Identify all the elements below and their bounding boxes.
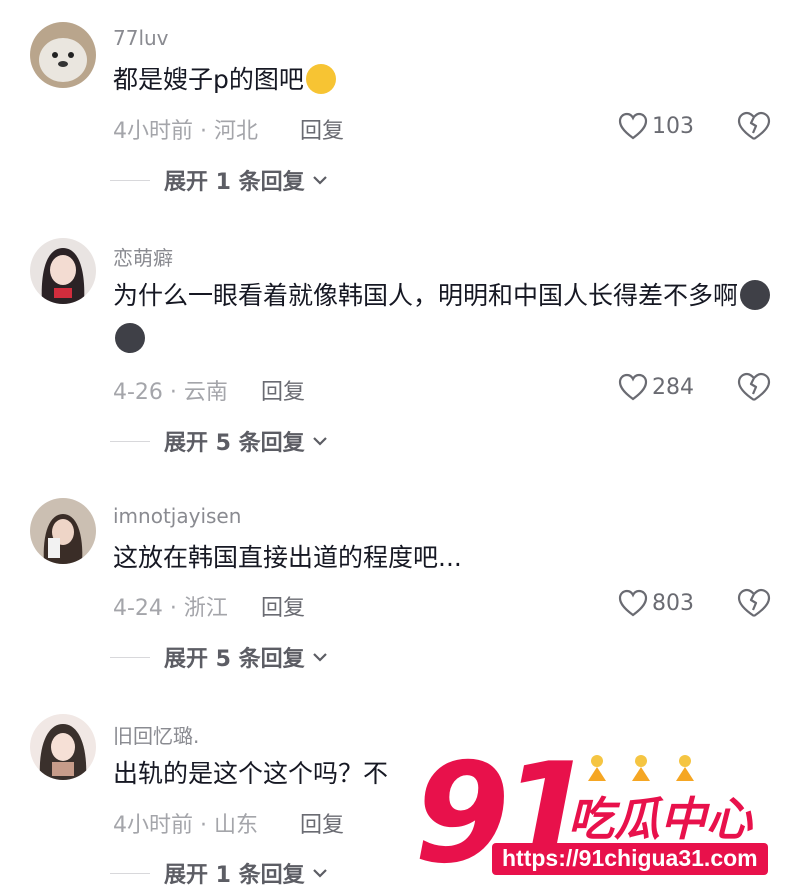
laugh-cry-emoji: [305, 64, 336, 94]
divider-line: [110, 179, 150, 181]
expand-replies-button[interactable]: 展开 5 条回复: [110, 641, 329, 673]
dark-face-emoji: [740, 280, 771, 310]
avatar[interactable]: [30, 498, 96, 564]
dislike-button[interactable]: [737, 588, 771, 618]
avatar[interactable]: [30, 238, 96, 304]
chevron-down-icon: [305, 864, 329, 883]
expand-replies-label: 展开 5 条回复: [164, 647, 305, 672]
like-button[interactable]: 103: [618, 112, 694, 140]
expand-replies-button[interactable]: 展开 1 条回复: [110, 164, 329, 196]
like-count: 103: [652, 113, 694, 139]
comment-meta: 4小时前 · 山东: [113, 813, 258, 838]
divider-line: [110, 440, 150, 442]
heart-icon: [618, 112, 648, 140]
expand-replies-label: 展开 1 条回复: [164, 170, 305, 195]
like-count: 803: [652, 590, 694, 616]
divider-line: [110, 872, 150, 874]
broken-heart-icon: [737, 588, 771, 618]
comment-text: 都是嫂子p的图吧: [113, 58, 778, 101]
heart-icon: [618, 373, 648, 401]
dislike-button[interactable]: [737, 111, 771, 141]
broken-heart-icon: [737, 111, 771, 141]
username[interactable]: imnotjayisen: [113, 504, 241, 528]
comment-text-content: 这放在韩国直接出道的程度吧...: [113, 543, 462, 572]
expand-replies-label: 展开 5 条回复: [164, 431, 305, 456]
comment-text: 这放在韩国直接出道的程度吧...: [113, 536, 778, 579]
reply-button[interactable]: 回复: [300, 113, 344, 145]
username[interactable]: 恋萌癖: [113, 242, 173, 271]
username[interactable]: 77luv: [113, 26, 169, 50]
like-button[interactable]: 803: [618, 589, 694, 617]
chevron-down-icon: [305, 171, 329, 190]
dark-face-emoji: [115, 323, 145, 353]
comment-meta: 4-24 · 浙江: [113, 596, 228, 621]
comment-meta: 4-26 · 云南: [113, 380, 228, 405]
dislike-button[interactable]: [737, 372, 771, 402]
comment-meta: 4小时前 · 河北: [113, 119, 258, 144]
broken-heart-icon: [737, 372, 771, 402]
avatar[interactable]: [30, 22, 96, 88]
comment-text: 为什么一眼看着就像韩国人，明明和中国人长得差不多啊: [113, 274, 778, 360]
watermark-url: https://91chigua31.com: [492, 843, 768, 875]
username[interactable]: 旧回忆璐.: [113, 720, 199, 749]
comment-text: 出轨的是这个这个吗？不: [113, 752, 778, 795]
chevron-down-icon: [305, 432, 329, 451]
comment-text-content: 为什么一眼看着就像韩国人，明明和中国人长得差不多啊: [113, 281, 739, 310]
avatar[interactable]: [30, 714, 96, 780]
comment-text-content: 都是嫂子p的图吧: [113, 65, 304, 94]
expand-replies-label: 展开 1 条回复: [164, 863, 305, 888]
chevron-down-icon: [305, 648, 329, 667]
expand-replies-button[interactable]: 展开 5 条回复: [110, 425, 329, 457]
like-count: 284: [652, 374, 694, 400]
like-button[interactable]: 284: [618, 373, 694, 401]
reply-button[interactable]: 回复: [261, 590, 305, 622]
comment-text-content: 出轨的是这个这个吗？不: [113, 759, 389, 788]
reply-button[interactable]: 回复: [261, 374, 305, 406]
divider-line: [110, 656, 150, 658]
expand-replies-button[interactable]: 展开 1 条回复: [110, 857, 329, 889]
heart-icon: [618, 589, 648, 617]
reply-button[interactable]: 回复: [300, 807, 344, 839]
